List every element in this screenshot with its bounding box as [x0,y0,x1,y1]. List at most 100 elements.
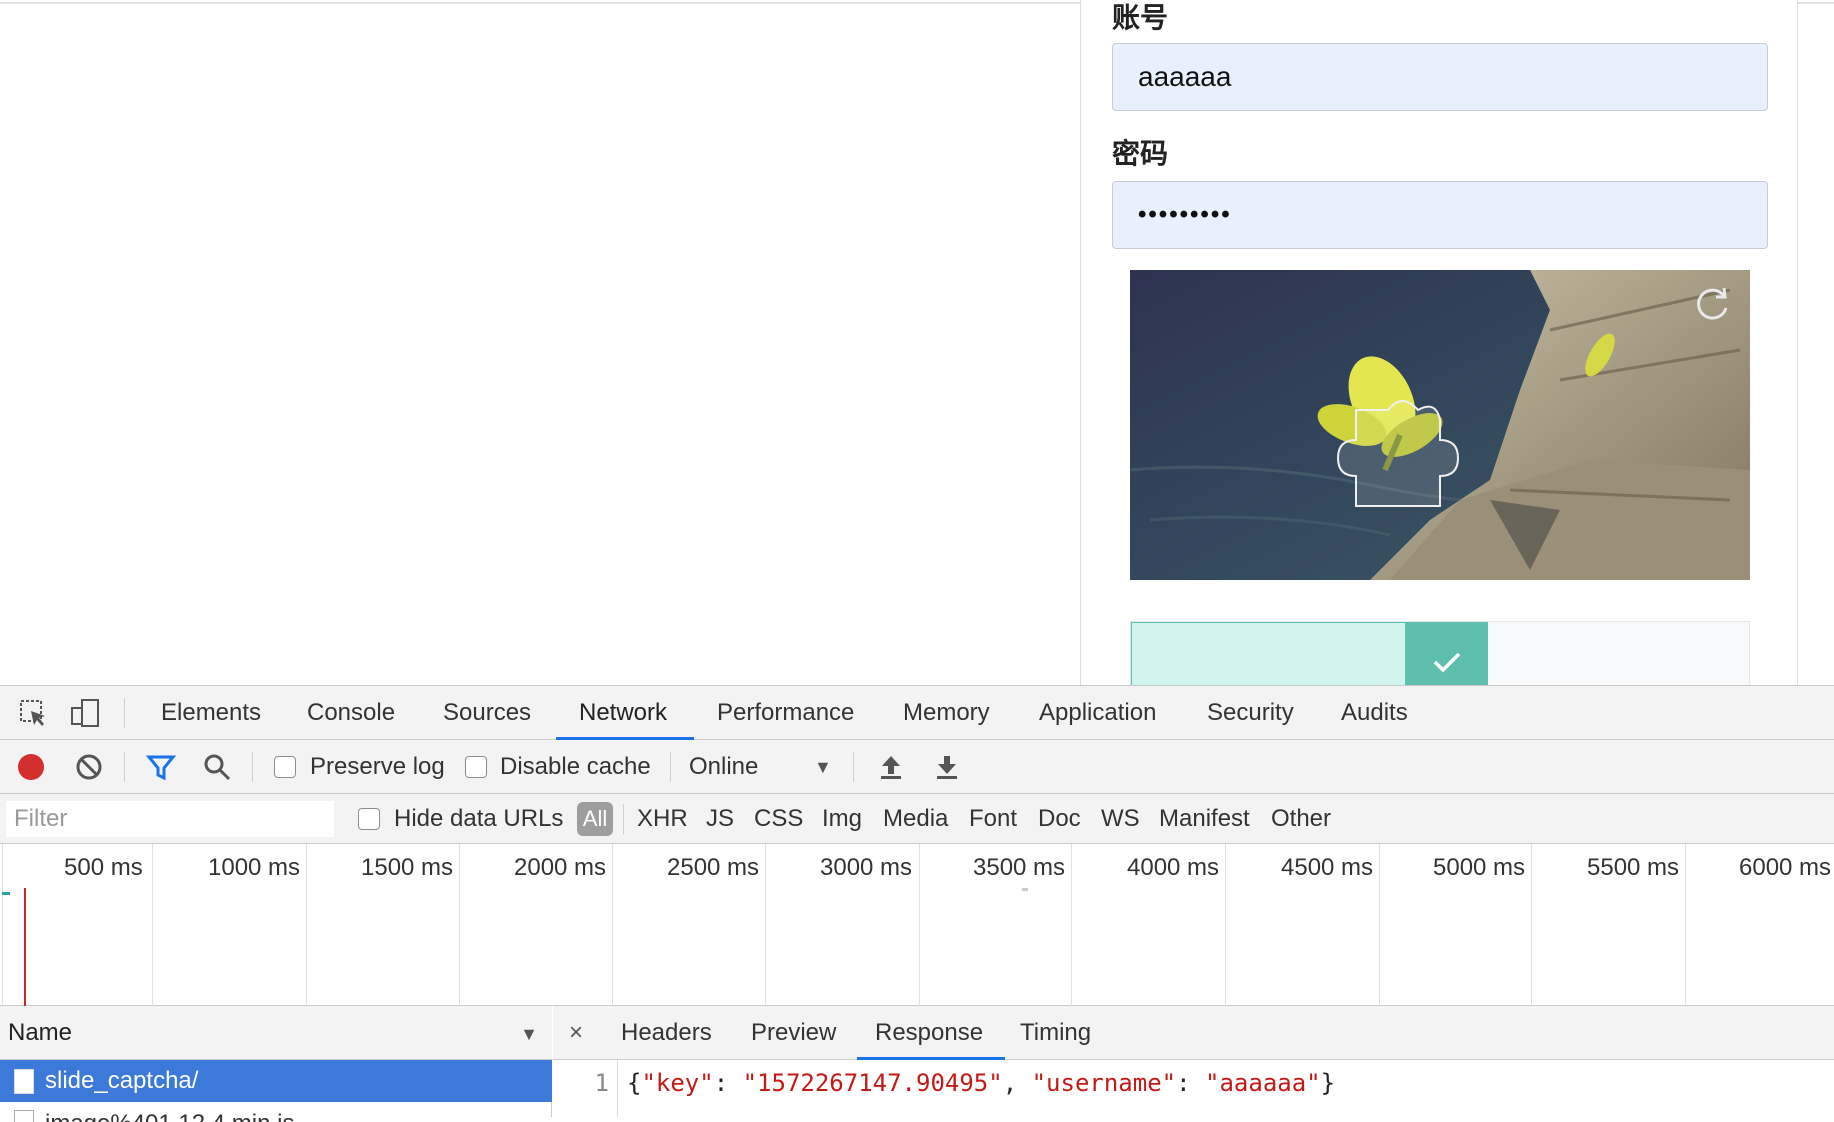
devtools-tab-bar: Elements Console Sources Network Perform… [0,686,1834,740]
filter-type-js[interactable]: JS [706,794,734,844]
tick-line [459,844,460,1006]
account-input[interactable]: aaaaaa [1112,43,1768,111]
tab-memory[interactable]: Memory [903,686,990,740]
comma: , [1002,1069,1032,1097]
network-toolbar: Preserve log Disable cache Online ▼ [0,740,1834,794]
disable-cache-label: Disable cache [500,753,651,780]
tab-console[interactable]: Console [307,686,395,740]
tick-line [1225,844,1226,1006]
request-row-selected[interactable]: slide_captcha/ [0,1060,552,1102]
tick-label: 3500 ms [973,854,1066,881]
request-name: image%401.12.4.min.js [45,1110,294,1122]
json-value: "aaaaaa" [1205,1069,1321,1097]
filter-type-doc[interactable]: Doc [1038,794,1081,844]
filter-type-font[interactable]: Font [969,794,1017,844]
slider-handle[interactable] [1406,622,1488,685]
tick-line [1379,844,1380,1006]
separator [670,752,671,782]
tick-label: 5000 ms [1433,854,1526,881]
request-list: Name ▼ slide_captcha/ image%401.12.4.min… [0,1006,552,1122]
hide-data-urls-checkbox[interactable] [358,808,380,830]
document-icon [14,1069,34,1094]
filter-type-other[interactable]: Other [1271,794,1331,844]
tick-label: 1500 ms [361,854,454,881]
tick-line [919,844,920,1006]
captcha-picture [1130,270,1750,580]
tab-preview[interactable]: Preview [751,1006,836,1060]
tick-label: 4000 ms [1127,854,1220,881]
disable-cache-checkbox[interactable] [465,756,487,778]
load-event-marker [24,888,26,1006]
separator [623,804,624,834]
separator [853,752,854,782]
tick-label: 500 ms [64,854,143,881]
slider-track[interactable] [1130,621,1750,685]
json-key: "key" [641,1069,714,1097]
tick-line [1685,844,1686,1006]
tab-timing[interactable]: Timing [1020,1006,1091,1060]
password-input[interactable]: ••••••••• [1112,181,1768,249]
tab-elements[interactable]: Elements [161,686,261,740]
export-har-icon[interactable] [930,750,964,784]
refresh-icon[interactable] [1692,284,1732,324]
filter-type-ws[interactable]: WS [1101,794,1140,844]
tab-sources[interactable]: Sources [443,686,531,740]
network-timeline[interactable]: 500 ms 1000 ms 1500 ms 2000 ms 2500 ms 3… [0,844,1834,1006]
request-detail: × Headers Preview Response Timing 1 {"ke… [553,1006,1834,1117]
json-value: "1572267147.90495" [742,1069,1003,1097]
colon: : [1176,1069,1206,1097]
filter-type-xhr[interactable]: XHR [637,794,688,844]
filter-type-css[interactable]: CSS [754,794,803,844]
separator [124,752,125,782]
tick-line [765,844,766,1006]
chevron-down-icon[interactable]: ▼ [814,740,832,794]
device-toolbar-icon[interactable] [68,696,102,730]
tick-line [1071,844,1072,1006]
filter-bar: Filter Hide data URLs All XHR JS CSS Img… [0,794,1834,844]
tick-line [612,844,613,1006]
throttling-select[interactable]: Online [689,740,758,794]
tab-audits[interactable]: Audits [1341,686,1408,740]
tick-label: 2500 ms [667,854,760,881]
close-icon[interactable]: × [569,1006,583,1060]
tab-application[interactable]: Application [1039,686,1156,740]
sort-down-icon[interactable]: ▼ [520,1024,538,1045]
tab-network[interactable]: Network [579,686,667,740]
filter-input[interactable]: Filter [6,801,334,837]
json-key: "username" [1031,1069,1177,1097]
tab-response[interactable]: Response [875,1006,983,1060]
captcha-image [1130,270,1750,580]
request-bar [1022,888,1028,891]
tab-headers[interactable]: Headers [621,1006,712,1060]
filter-type-img[interactable]: Img [822,794,862,844]
filter-type-manifest[interactable]: Manifest [1159,794,1250,844]
request-row[interactable]: image%401.12.4.min.js [0,1102,552,1122]
tab-security[interactable]: Security [1207,686,1294,740]
tick-line [1531,844,1532,1006]
record-icon[interactable] [14,750,48,784]
response-body[interactable]: {"key": "1572267147.90495", "username": … [627,1069,1335,1097]
separator [252,752,253,782]
clear-icon[interactable] [72,750,106,784]
filter-type-media[interactable]: Media [883,794,948,844]
tick-label: 2000 ms [514,854,607,881]
web-page: 账号 aaaaaa 密码 ••••••••• [0,0,1834,685]
preserve-log-checkbox[interactable] [274,756,296,778]
tick-label: 4500 ms [1281,854,1374,881]
tick-line [2,844,3,1006]
hide-data-urls-label: Hide data URLs [394,805,564,832]
tick-label: 1000 ms [208,854,301,881]
inspect-element-icon[interactable] [16,696,50,730]
filter-icon[interactable] [144,750,178,784]
colon: : [713,1069,743,1097]
brace: { [627,1069,642,1097]
import-har-icon[interactable] [874,750,908,784]
name-column-header[interactable]: Name ▼ [0,1006,552,1060]
search-icon[interactable] [200,750,234,784]
brace: } [1320,1069,1336,1097]
document-icon [14,1110,34,1122]
account-label: 账号 [1112,1,1169,34]
tab-performance[interactable]: Performance [717,686,854,740]
login-panel: 账号 aaaaaa 密码 ••••••••• [1080,0,1798,685]
filter-type-all[interactable]: All [577,802,613,836]
